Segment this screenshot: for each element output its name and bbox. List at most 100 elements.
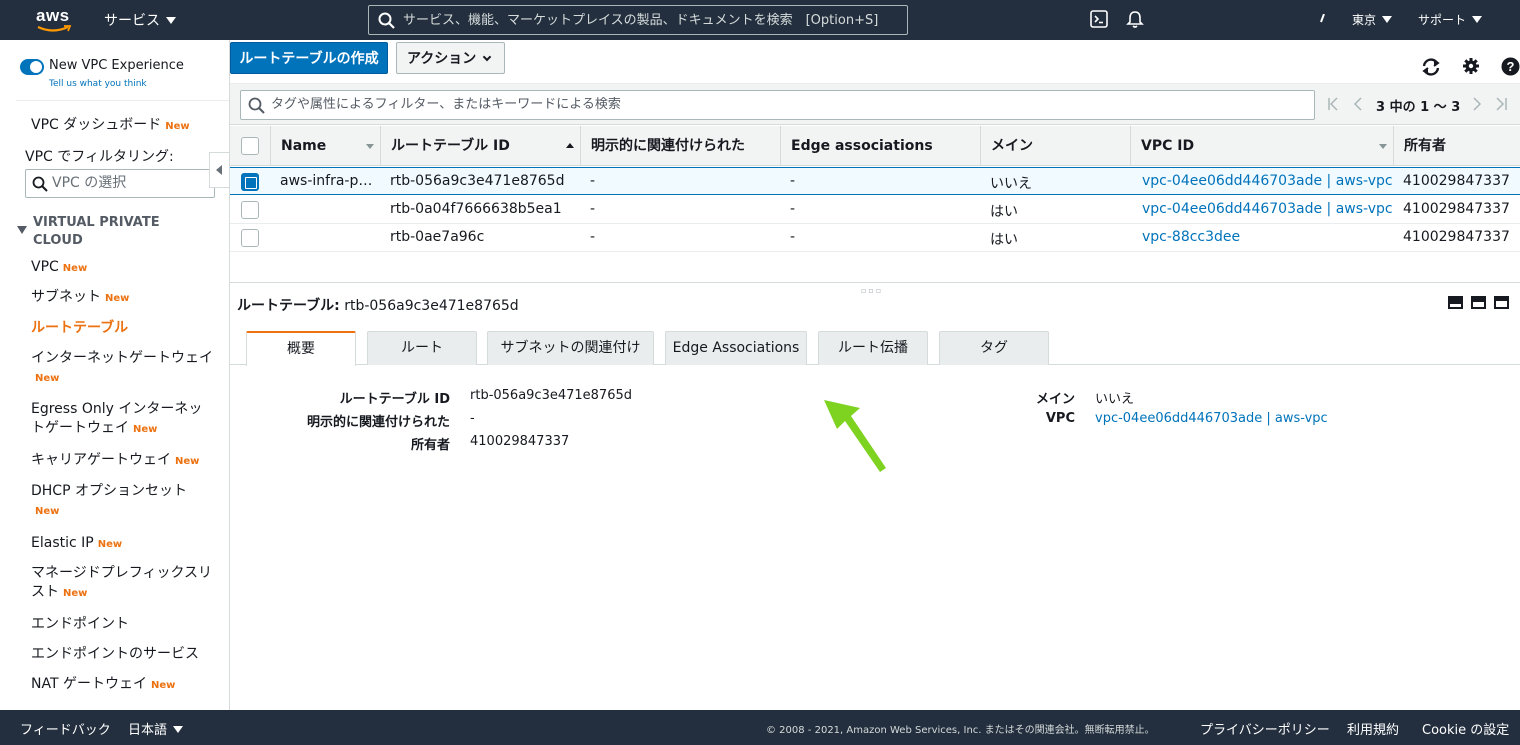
- tab-routes[interactable]: ルート: [367, 331, 477, 365]
- cell-explicit: -: [590, 201, 596, 217]
- refresh-icon[interactable]: [1420, 57, 1442, 77]
- panel-layout-full-icon[interactable]: [1494, 296, 1509, 309]
- sidebar-item-elastic-ip[interactable]: Elastic IP New: [31, 534, 216, 554]
- column-route-table-id[interactable]: ルートテーブル ID: [380, 126, 580, 166]
- detail-title-label: ルートテーブル:: [237, 298, 340, 314]
- table-row[interactable]: rtb-0ae7a96c - - はい vpc-88cc3dee 4100298…: [230, 224, 1520, 252]
- column-main[interactable]: メイン: [980, 126, 1130, 166]
- tab-route-propagation[interactable]: ルート伝播: [818, 331, 928, 365]
- global-search[interactable]: [368, 5, 908, 35]
- panel-layout-split-icon[interactable]: [1471, 296, 1486, 309]
- cell-main: いいえ: [990, 176, 1032, 192]
- services-menu[interactable]: サービス: [104, 10, 176, 30]
- filter-input[interactable]: [271, 97, 1301, 112]
- language-selector[interactable]: 日本語: [128, 719, 184, 738]
- vpc-filter-select[interactable]: [25, 169, 215, 198]
- sidebar-item-label: VPC ダッシュボード: [31, 117, 162, 133]
- tab-tags[interactable]: タグ: [939, 331, 1049, 365]
- previous-page-icon[interactable]: [1352, 97, 1364, 111]
- filter-search[interactable]: [240, 90, 1315, 120]
- actions-label: アクション: [407, 51, 477, 67]
- table-row[interactable]: rtb-0a04f7666638b5ea1 - - はい vpc-04ee06d…: [230, 196, 1520, 224]
- new-vpc-experience-toggle[interactable]: [20, 59, 44, 75]
- detail-value: 410029847337: [470, 434, 570, 449]
- sidebar-item-vpc[interactable]: VPC New: [31, 258, 216, 278]
- feedback-link[interactable]: フィードバック: [20, 719, 111, 738]
- sidebar-item-carrier-gateways[interactable]: キャリアゲートウェイ New: [31, 451, 216, 471]
- detail-vpc-link[interactable]: vpc-04ee06dd446703ade | aws-vpc: [1095, 411, 1328, 426]
- panel-layout-bottom-icon[interactable]: [1448, 296, 1463, 309]
- global-search-input[interactable]: [403, 10, 903, 30]
- header-select-all[interactable]: [230, 126, 270, 166]
- caret-down-icon[interactable]: [17, 226, 27, 234]
- column-owner[interactable]: 所有者: [1393, 126, 1520, 166]
- caret-down-icon: [173, 726, 184, 733]
- new-vpc-experience-label: New VPC Experience: [49, 58, 184, 73]
- cell-explicit: -: [590, 229, 596, 245]
- row-checkbox[interactable]: [241, 201, 259, 219]
- cell-vpc-link[interactable]: vpc-88cc3dee: [1142, 229, 1240, 245]
- table-row[interactable]: aws-infra-p… rtb-056a9c3e471e8765d - - い…: [230, 167, 1520, 195]
- create-route-table-button[interactable]: ルートテーブルの作成: [230, 42, 388, 74]
- sidebar-item-subnets[interactable]: サブネット New: [31, 288, 216, 308]
- terminal-icon[interactable]: [1090, 10, 1108, 28]
- cell-owner: 410029847337: [1403, 173, 1510, 189]
- column-edge-associations[interactable]: Edge associations: [780, 126, 980, 166]
- next-page-icon[interactable]: [1471, 97, 1483, 111]
- aws-logo[interactable]: aws: [36, 6, 76, 34]
- caret-down-icon: [1382, 16, 1393, 23]
- detail-value: -: [470, 411, 475, 426]
- row-checkbox[interactable]: [241, 173, 259, 191]
- row-checkbox[interactable]: [241, 229, 259, 247]
- drag-handle-icon[interactable]: ▫▫▫: [861, 286, 883, 295]
- support-label: サポート: [1418, 13, 1467, 27]
- section-title-line-2: CLOUD: [33, 233, 83, 248]
- sidebar-item-endpoint-services[interactable]: エンドポイントのサービス: [31, 645, 216, 664]
- services-label: サービス: [104, 13, 160, 29]
- sidebar-item-dashboard[interactable]: VPC ダッシュボード New: [31, 116, 216, 136]
- column-label: VPC ID: [1141, 138, 1195, 154]
- sidebar-item-prefix-lists[interactable]: マネージドプレフィックスリスト New: [31, 564, 216, 603]
- cell-vpc-link[interactable]: vpc-04ee06dd446703ade | aws-vpc: [1142, 173, 1393, 189]
- support-menu[interactable]: サポート: [1418, 11, 1483, 28]
- sidebar-item-endpoints[interactable]: エンドポイント: [31, 615, 216, 634]
- privacy-link[interactable]: プライバシーポリシー: [1200, 719, 1330, 738]
- vpc-filter-label: VPC でフィルタリング:: [25, 149, 174, 165]
- column-label: メイン: [991, 138, 1033, 154]
- top-navigation: aws サービス 東京 サポート: [0, 0, 1520, 40]
- sidebar-item-route-tables[interactable]: ルートテーブル: [31, 319, 216, 338]
- actions-button[interactable]: アクション: [396, 42, 505, 74]
- account-icon[interactable]: [1320, 14, 1326, 24]
- aws-smile-icon: [37, 25, 72, 32]
- terms-link[interactable]: 利用規約: [1347, 719, 1399, 738]
- cell-vpc-link[interactable]: vpc-04ee06dd446703ade | aws-vpc: [1142, 201, 1393, 217]
- column-vpc-id[interactable]: VPC ID: [1130, 126, 1393, 166]
- cell-owner: 410029847337: [1403, 229, 1510, 245]
- sidebar-item-nat-gateways[interactable]: NAT ゲートウェイ New: [31, 675, 216, 695]
- vpc-filter-input[interactable]: [52, 175, 212, 191]
- tab-edge-associations[interactable]: Edge Associations: [665, 331, 807, 365]
- sidebar-item-dhcp-options[interactable]: DHCP オプションセット New: [31, 482, 216, 521]
- tab-summary[interactable]: 概要: [246, 331, 356, 366]
- bell-icon[interactable]: [1126, 10, 1144, 30]
- sidebar-collapse-handle[interactable]: [209, 152, 229, 188]
- sidebar-item-internet-gateways[interactable]: インターネットゲートウェイ New: [31, 349, 216, 388]
- tab-subnet-associations[interactable]: サブネットの関連付け: [487, 331, 654, 365]
- sidebar-item-label: DHCP オプションセット: [31, 483, 187, 499]
- panel-splitter[interactable]: [230, 282, 1520, 283]
- last-page-icon[interactable]: [1494, 97, 1508, 111]
- sidebar-item-egress-only-gateways[interactable]: Egress Only インターネットゲートウェイ New: [31, 400, 216, 439]
- sort-ascending-icon: [566, 143, 574, 148]
- section-heading-vpc[interactable]: VIRTUAL PRIVATE CLOUD: [33, 214, 160, 250]
- column-explicit-associations[interactable]: 明示的に関連付けられた: [580, 126, 780, 166]
- tell-us-link[interactable]: Tell us what you think: [49, 79, 147, 89]
- detail-value: いいえ: [1095, 392, 1135, 407]
- first-page-icon[interactable]: [1327, 97, 1341, 111]
- select-all-checkbox[interactable]: [241, 137, 259, 155]
- cookie-settings-link[interactable]: Cookie の設定: [1422, 719, 1509, 738]
- gear-icon[interactable]: [1462, 57, 1480, 75]
- column-name[interactable]: Name: [270, 126, 380, 166]
- detail-label: ルートテーブル ID: [339, 392, 450, 407]
- help-icon[interactable]: ?: [1501, 57, 1520, 76]
- region-selector[interactable]: 東京: [1352, 11, 1393, 28]
